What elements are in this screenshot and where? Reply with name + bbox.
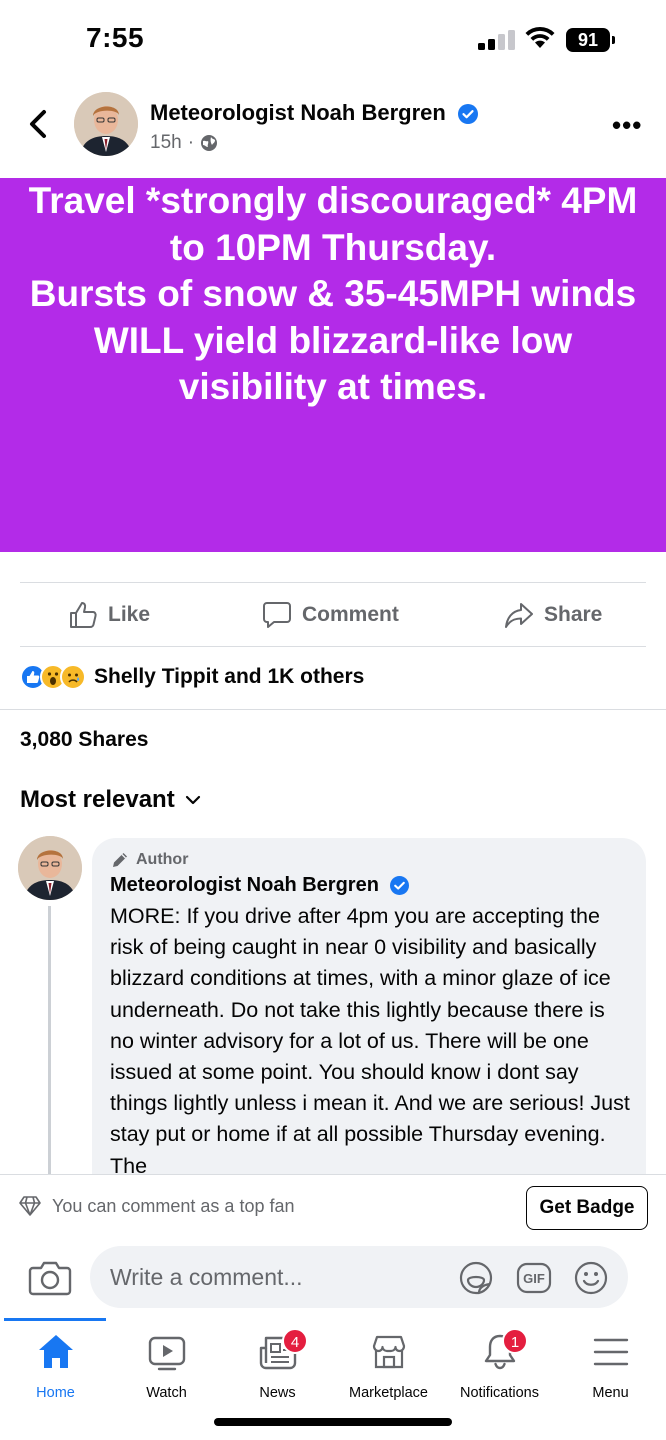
- post-time: 15h: [150, 132, 182, 153]
- back-icon[interactable]: [22, 104, 52, 144]
- comment-button[interactable]: Comment: [262, 596, 399, 634]
- reactions-text: Shelly Tippit and 1K others: [94, 665, 365, 688]
- post-meta: 15h ·: [150, 132, 218, 154]
- author-badge-label: Author: [136, 851, 189, 868]
- share-icon: [505, 603, 533, 628]
- comment-placeholder: Write a comment...: [110, 1264, 303, 1290]
- wifi-icon: [525, 26, 555, 48]
- status-time: 7:55: [86, 22, 145, 53]
- news-badge: 4: [282, 1328, 308, 1354]
- svg-text:GIF: GIF: [523, 1271, 545, 1286]
- tab-label: Marketplace: [349, 1385, 428, 1401]
- share-label: Share: [544, 603, 603, 626]
- tab-marketplace[interactable]: Marketplace: [333, 1332, 444, 1402]
- post-author-name[interactable]: Meteorologist Noah Bergren: [150, 100, 478, 126]
- tab-label: Watch: [146, 1385, 187, 1401]
- share-button[interactable]: Share: [504, 596, 602, 634]
- like-icon: [70, 602, 97, 628]
- meta-separator: ·: [187, 132, 195, 153]
- gif-icon[interactable]: GIF: [516, 1260, 552, 1296]
- post-header: Meteorologist Noah Bergren 15h · •••: [0, 84, 666, 178]
- tab-news[interactable]: 4 News: [222, 1328, 333, 1402]
- divider: [0, 709, 666, 710]
- comment-author-name[interactable]: Meteorologist Noah Bergren: [110, 874, 410, 897]
- camera-icon[interactable]: [28, 1258, 72, 1298]
- like-label: Like: [108, 603, 151, 626]
- tab-label: Home: [36, 1385, 75, 1401]
- tab-menu[interactable]: Menu: [555, 1332, 666, 1402]
- cellular-signal-icon: [478, 30, 515, 50]
- post-image-banner[interactable]: Travel *strongly discouraged* 4PM to 10P…: [0, 178, 666, 552]
- tab-watch[interactable]: Watch: [111, 1332, 222, 1402]
- divider: [20, 646, 646, 647]
- globe-icon: [201, 135, 218, 151]
- status-bar: 7:55 91: [0, 0, 666, 80]
- tab-label: News: [259, 1385, 296, 1401]
- divider: [20, 582, 646, 583]
- verified-icon: [390, 876, 410, 896]
- home-indicator: [214, 1418, 452, 1426]
- commenter-avatar[interactable]: [18, 836, 82, 900]
- battery-indicator: 91: [566, 28, 616, 52]
- top-fan-bar: You can comment as a top fan Get Badge: [0, 1174, 666, 1238]
- sad-reaction-icon: [60, 664, 86, 690]
- watch-icon: [148, 1336, 185, 1371]
- tab-label: Notifications: [460, 1385, 539, 1401]
- author-badge: Author: [110, 850, 188, 870]
- comment-icon: [263, 602, 291, 628]
- chevron-down-icon: [185, 795, 200, 805]
- tab-notifications[interactable]: 1 Notifications: [444, 1328, 555, 1402]
- battery-level: 91: [566, 28, 610, 52]
- comment-text: MORE: If you drive after 4pm you are acc…: [110, 904, 630, 1178]
- banner-text: Travel *strongly discouraged* 4PM to 10P…: [28, 180, 638, 407]
- reactions-summary[interactable]: Shelly Tippit and 1K others: [20, 662, 364, 692]
- tab-label: Menu: [592, 1385, 629, 1401]
- more-options-button[interactable]: •••: [612, 110, 642, 140]
- comment-sort-dropdown[interactable]: Most relevant: [20, 786, 201, 814]
- like-button[interactable]: Like: [68, 596, 150, 634]
- sort-label: Most relevant: [20, 786, 175, 813]
- tab-home[interactable]: Home: [0, 1332, 111, 1402]
- shares-count[interactable]: 3,080 Shares: [20, 728, 148, 752]
- top-fan-text: You can comment as a top fan: [18, 1195, 295, 1217]
- thread-line: [48, 906, 51, 1176]
- active-tab-indicator: [4, 1318, 106, 1321]
- author-avatar[interactable]: [74, 92, 138, 156]
- comment-input[interactable]: Write a comment... GIF: [90, 1246, 628, 1308]
- home-icon: [38, 1335, 73, 1368]
- comment-label: Comment: [302, 603, 399, 626]
- diamond-icon: [19, 1196, 41, 1216]
- menu-icon: [593, 1338, 628, 1366]
- pencil-icon: [113, 853, 127, 867]
- notifications-badge: 1: [502, 1328, 528, 1354]
- sticker-icon[interactable]: [458, 1260, 494, 1296]
- marketplace-icon: [372, 1335, 405, 1369]
- verified-icon: [457, 104, 478, 125]
- comment-composer: Write a comment... GIF: [0, 1238, 666, 1318]
- get-badge-button[interactable]: Get Badge: [526, 1186, 648, 1230]
- emoji-icon[interactable]: [573, 1260, 609, 1296]
